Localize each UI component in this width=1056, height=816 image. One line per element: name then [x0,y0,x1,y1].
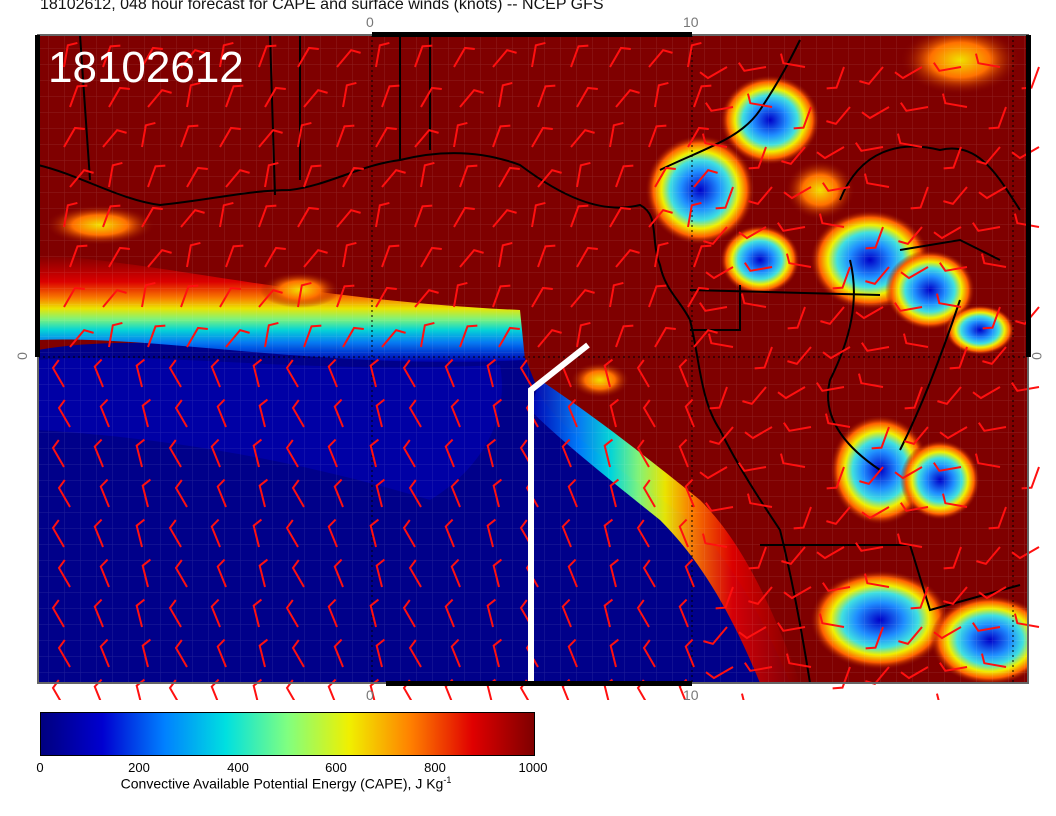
bottom-axis-label-0: 0 [366,687,374,703]
colorbar-tick-200: 200 [128,760,150,775]
wind-barb [935,693,962,700]
colorbar-tick-600: 600 [325,760,347,775]
colorbar-title: Convective Available Potential Energy (C… [121,775,452,792]
colorbar-tick-0: 0 [36,760,44,775]
colorbar-tick-400: 400 [227,760,249,775]
cape-map: 18102612 [35,32,1040,700]
wind-barb [856,699,883,700]
frame-bottom-bar [386,681,692,686]
wind-barb [740,693,767,700]
top-axis-label-0: 0 [366,14,374,30]
top-axis-label-10: 10 [683,14,699,30]
colorbar-tick-800: 800 [424,760,446,775]
bottom-axis-label-10: 10 [683,687,699,703]
frame-top-bar [372,32,692,37]
colorbar-title-sup: -1 [443,775,452,785]
wind-barb [895,698,922,700]
frame-right-bar [1026,35,1031,357]
cape-field [38,35,1028,683]
wind-barb [700,698,727,700]
colorbar-title-text: Convective Available Potential Energy (C… [120,775,444,792]
colorbar-tick-1000: 1000 [518,760,548,775]
date-stamp: 18102612 [48,43,244,92]
right-axis-label: 0 [1028,352,1045,360]
colorbar [40,712,535,756]
frame-left-bar [35,35,40,357]
left-axis-label: 0 [13,352,30,360]
